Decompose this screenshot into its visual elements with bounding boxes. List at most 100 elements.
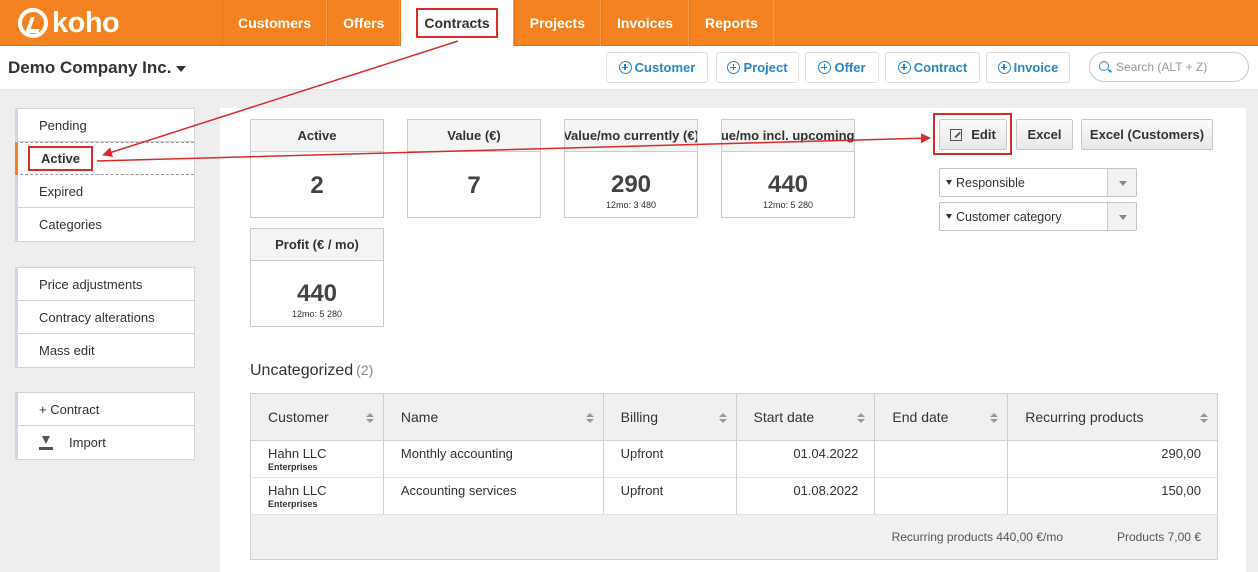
download-icon xyxy=(39,435,53,450)
cell-customer: Hahn LLC Enterprises xyxy=(250,440,384,478)
chevron-down-icon xyxy=(176,65,187,72)
add-contract-button[interactable]: Contract xyxy=(885,52,980,83)
sidebar-tools-group: Price adjustments Contracy alterations M… xyxy=(15,267,195,368)
add-customer-button[interactable]: Customer xyxy=(606,52,708,83)
footer-products-total: Products 7,00 € xyxy=(1116,530,1201,544)
nav-invoices[interactable]: Invoices xyxy=(600,0,690,46)
sidebar-status-group: Pending Active Expired Categories xyxy=(15,108,195,242)
add-offer-button[interactable]: Offer xyxy=(805,52,879,83)
cell-start-date: 01.04.2022 xyxy=(735,440,876,478)
column-header-billing[interactable]: Billing xyxy=(602,393,737,441)
nav-reports[interactable]: Reports xyxy=(689,0,774,46)
plus-circle-icon xyxy=(618,61,632,74)
nav-contracts[interactable]: Contracts xyxy=(400,0,514,46)
customer-category: Enterprises xyxy=(268,462,318,472)
company-name: Demo Company Inc. xyxy=(8,58,172,77)
contracts-table: Customer Name Billing Start date End dat… xyxy=(250,393,1218,515)
search-input[interactable]: Search (ALT + Z) xyxy=(1089,52,1249,82)
cell-billing: Upfront xyxy=(602,477,737,515)
cell-recurring: 150,00 xyxy=(1007,477,1218,515)
stat-subvalue: 12mo: 5 280 xyxy=(762,200,814,210)
table-row[interactable]: Hahn LLC Enterprises Accounting services … xyxy=(250,477,1218,515)
logo-text: koho xyxy=(52,6,120,39)
stat-subvalue: 12mo: 3 480 xyxy=(605,200,657,210)
excel-customers-button[interactable]: Excel (Customers) xyxy=(1081,119,1213,150)
main-nav: Customers Offers Contracts Projects Invo… xyxy=(222,0,774,46)
section-count: (2) xyxy=(356,362,374,378)
dropdown-arrow-icon xyxy=(1107,169,1136,196)
column-header-recurring-products[interactable]: Recurring products xyxy=(1007,393,1218,441)
stat-value: 7 xyxy=(467,172,481,199)
sort-icon xyxy=(365,413,374,423)
cell-recurring: 290,00 xyxy=(1007,440,1218,478)
company-selector[interactable]: Demo Company Inc. xyxy=(8,58,187,78)
top-nav-bar: koho Customers Offers Contracts Projects… xyxy=(0,0,1258,46)
sidebar-item-price-adjustments[interactable]: Price adjustments xyxy=(18,268,194,301)
stat-value: 2 xyxy=(310,172,324,199)
sub-bar: Demo Company Inc. Customer Project Offer… xyxy=(0,46,1258,90)
sort-icon xyxy=(1200,413,1208,423)
koho-logo-icon xyxy=(18,8,48,38)
footer-recurring-total: Recurring products 440,00 €/mo xyxy=(891,530,1063,544)
cell-end-date xyxy=(874,477,1009,515)
add-project-button[interactable]: Project xyxy=(716,52,799,83)
cell-customer: Hahn LLC Enterprises xyxy=(250,477,384,515)
sidebar-item-import[interactable]: Import xyxy=(18,426,194,459)
sort-icon xyxy=(718,413,727,423)
sort-icon xyxy=(990,413,999,423)
add-invoice-button[interactable]: Invoice xyxy=(986,52,1070,83)
stat-card-value: Value (€) 7 xyxy=(407,119,541,218)
sidebar-item-pending[interactable]: Pending xyxy=(18,109,194,142)
column-header-customer[interactable]: Customer xyxy=(250,393,384,441)
stat-title: Profit (€ / mo) xyxy=(251,229,383,261)
search-icon xyxy=(1099,61,1109,71)
sidebar-item-active[interactable]: Active xyxy=(15,142,194,175)
stat-subvalue: 12mo: 5 280 xyxy=(291,309,343,319)
cell-name: Accounting services xyxy=(382,477,604,515)
customer-category-filter[interactable]: Customer category xyxy=(939,202,1137,231)
edit-button[interactable]: Edit xyxy=(939,119,1007,150)
column-header-start-date[interactable]: Start date xyxy=(735,393,876,441)
sidebar-item-expired[interactable]: Expired xyxy=(18,175,194,208)
stat-title: Value/mo currently (€) xyxy=(565,120,697,152)
sidebar-item-active-label: Active xyxy=(28,146,94,171)
caret-down-icon xyxy=(946,180,952,185)
table-header-row: Customer Name Billing Start date End dat… xyxy=(250,393,1218,441)
stat-title: Value (€) xyxy=(408,120,540,152)
responsible-filter[interactable]: Responsible xyxy=(939,168,1137,197)
stat-value: 440 xyxy=(767,171,809,198)
nav-contracts-label: Contracts xyxy=(416,8,498,38)
sidebar-item-mass-edit[interactable]: Mass edit xyxy=(18,334,194,367)
sidebar-item-new-contract[interactable]: + Contract xyxy=(18,393,194,426)
table-footer: Recurring products 440,00 €/mo Products … xyxy=(250,515,1218,560)
plus-circle-icon xyxy=(727,61,741,74)
plus-circle-icon xyxy=(897,61,911,74)
section-title: Uncategorized (2) xyxy=(250,362,374,379)
customer-category: Enterprises xyxy=(268,499,318,509)
sidebar-actions-group: + Contract Import xyxy=(15,392,195,460)
dropdown-arrow-icon xyxy=(1107,203,1136,230)
stat-title: Active xyxy=(251,120,383,152)
stat-value: 290 xyxy=(610,171,652,198)
edit-icon xyxy=(950,128,963,141)
column-header-end-date[interactable]: End date xyxy=(874,393,1009,441)
stat-value: 440 xyxy=(296,280,338,307)
column-header-name[interactable]: Name xyxy=(382,393,604,441)
cell-name: Monthly accounting xyxy=(382,440,604,478)
plus-circle-icon xyxy=(997,61,1011,74)
sidebar-item-contract-alterations[interactable]: Contracy alterations xyxy=(18,301,194,334)
sidebar-item-categories[interactable]: Categories xyxy=(18,208,194,241)
sort-icon xyxy=(857,413,866,423)
nav-projects[interactable]: Projects xyxy=(513,0,601,46)
stat-card-profit: Profit (€ / mo) 440 12mo: 5 280 xyxy=(250,228,384,327)
koho-logo[interactable]: koho xyxy=(18,6,120,39)
caret-down-icon xyxy=(946,214,952,219)
table-row[interactable]: Hahn LLC Enterprises Monthly accounting U… xyxy=(250,440,1218,478)
nav-offers[interactable]: Offers xyxy=(327,0,401,46)
cell-start-date: 01.08.2022 xyxy=(735,477,876,515)
stat-card-value-mo-current: Value/mo currently (€) 290 12mo: 3 480 xyxy=(564,119,698,218)
excel-button[interactable]: Excel xyxy=(1016,119,1073,150)
search-placeholder: Search (ALT + Z) xyxy=(1116,60,1208,74)
nav-customers[interactable]: Customers xyxy=(222,0,328,46)
cell-billing: Upfront xyxy=(602,440,737,478)
